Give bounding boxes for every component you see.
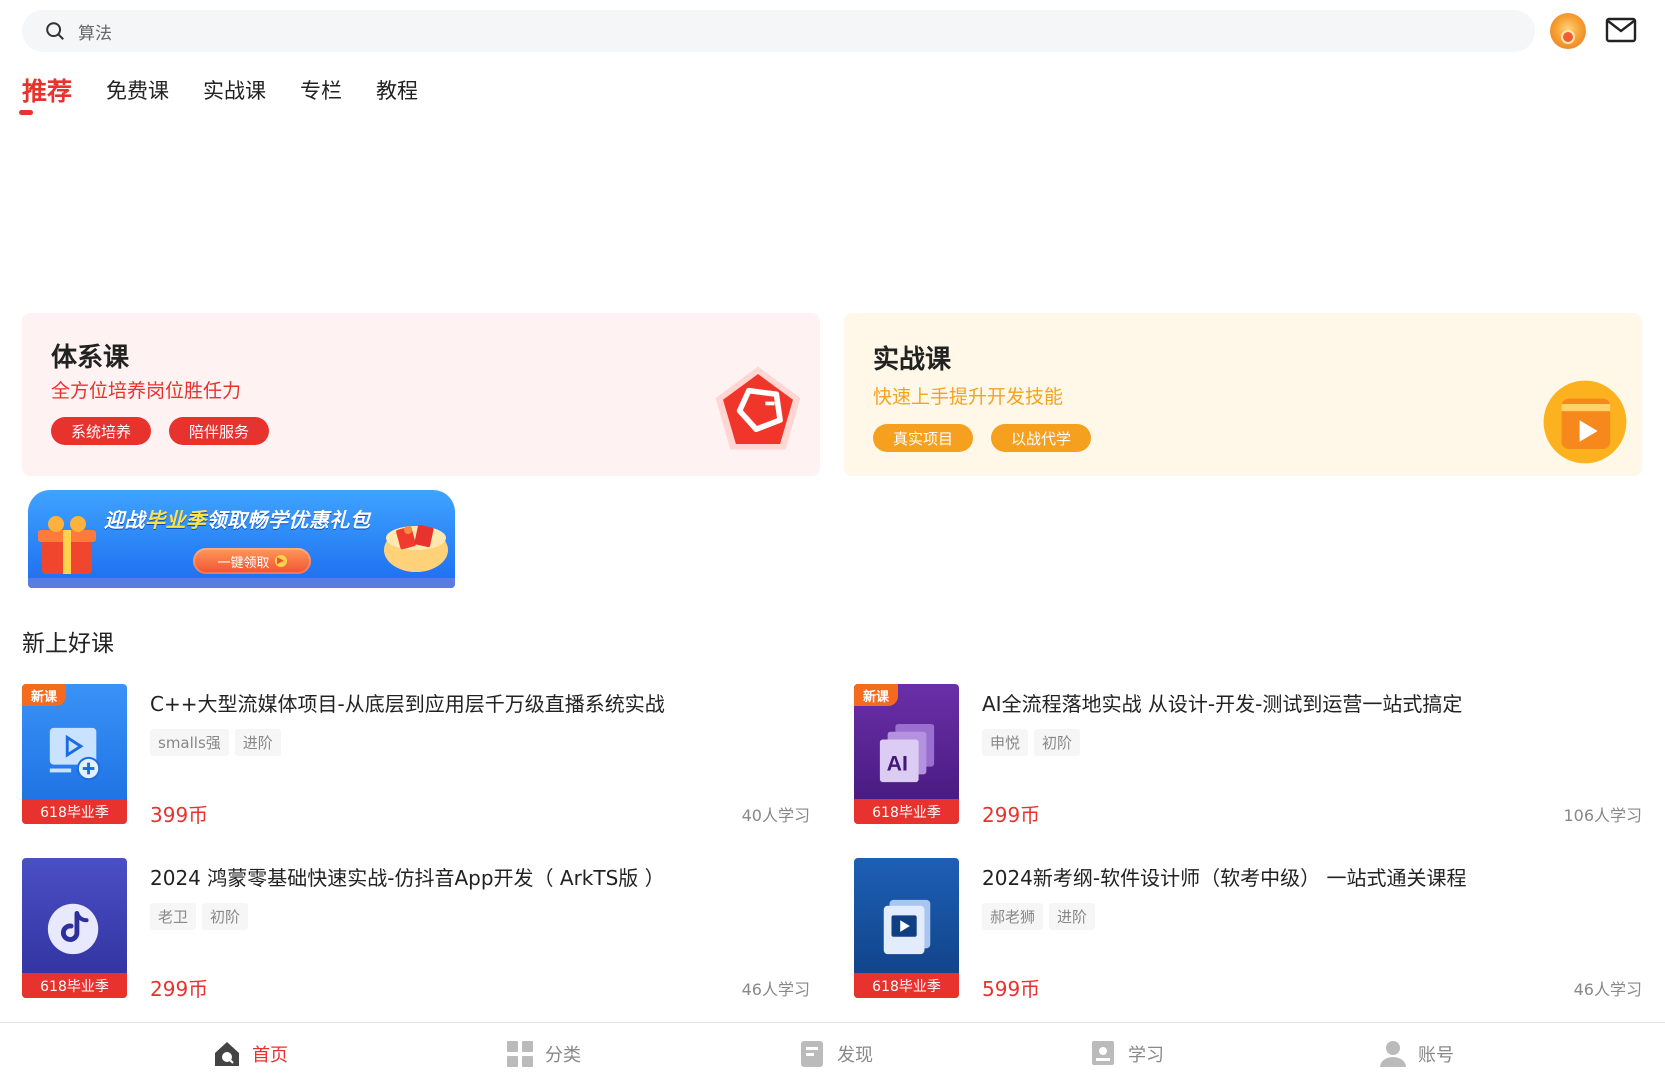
- category-subtitle: 快速上手提升开发技能: [873, 386, 1064, 408]
- course-card[interactable]: 618毕业季 2024新考纲-软件设计师（软考中级） 一站式通关课程 郝老狮 进…: [854, 858, 1642, 1001]
- video-book-icon: [883, 899, 931, 955]
- course-learners: 40人学习: [741, 806, 810, 825]
- nav-label: 首页: [252, 1045, 288, 1066]
- active-tab-indicator: [19, 110, 33, 115]
- course-price: 299币: [150, 977, 209, 1001]
- category-title: 体系课: [51, 343, 130, 373]
- search-placeholder: 算法: [78, 23, 112, 44]
- course-card[interactable]: 新课 618毕业季 C++大型流媒体项目-从底层到应用层千万级直播系统实战 sm…: [22, 684, 810, 827]
- category-tag: 系统培养: [51, 417, 152, 445]
- course-price: 399币: [150, 803, 209, 827]
- claim-button[interactable]: 一键领取 ▶: [193, 548, 311, 574]
- course-author: smalls强: [150, 729, 229, 756]
- course-author: 申悦: [982, 729, 1029, 756]
- course-learners: 46人学习: [1573, 980, 1642, 999]
- ai-icon: AI: [879, 723, 935, 783]
- tiktok-icon: [47, 903, 99, 955]
- course-level: 初阶: [1034, 729, 1081, 756]
- course-cover: AI 新课 618毕业季: [854, 684, 959, 824]
- tab-bar: 推荐 免费课 实战课 专栏 教程: [22, 70, 452, 110]
- course-author: 郝老狮: [982, 903, 1044, 930]
- course-title: 2024新考纲-软件设计师（软考中级） 一站式通关课程: [982, 866, 1467, 890]
- course-title: 2024 鸿蒙零基础快速实战-仿抖音App开发（ ArkTS版 ）: [150, 866, 665, 890]
- learn-icon: [1092, 1041, 1114, 1065]
- mail-icon[interactable]: [1605, 16, 1637, 44]
- section-title: 新上好课: [22, 631, 114, 657]
- search-bar[interactable]: 算法: [22, 10, 1535, 52]
- category-tag: 陪伴服务: [169, 417, 270, 445]
- grid-icon: [507, 1041, 533, 1067]
- promo-band: 618毕业季: [854, 973, 959, 998]
- course-learners: 106人学习: [1563, 806, 1642, 825]
- course-level: 初阶: [202, 903, 249, 930]
- category-tag: 以战代学: [991, 424, 1092, 452]
- category-card-practical[interactable]: 实战课 快速上手提升开发技能 真实项目 以战代学: [844, 313, 1642, 476]
- promo-band: 618毕业季: [22, 973, 127, 998]
- course-cover: 新课 618毕业季: [22, 684, 127, 824]
- user-icon: [1380, 1041, 1406, 1067]
- course-price: 599币: [982, 977, 1041, 1001]
- promo-band: 618毕业季: [854, 799, 959, 824]
- search-icon: [46, 22, 64, 40]
- nav-label: 发现: [837, 1045, 873, 1066]
- tab-free-courses[interactable]: 免费课: [106, 70, 169, 110]
- tab-tutorials[interactable]: 教程: [376, 70, 418, 110]
- promo-band: 618毕业季: [22, 799, 127, 824]
- video-icon: [49, 727, 101, 781]
- nav-account[interactable]: 账号: [1378, 1039, 1454, 1069]
- new-badge: 新课: [22, 684, 66, 706]
- new-badge: 新课: [854, 684, 898, 706]
- course-learners: 46人学习: [741, 980, 810, 999]
- bottom-nav: 首页 分类 发现 学习 账号: [0, 1022, 1665, 1080]
- gift-box-icon: [38, 516, 96, 574]
- red-envelope-bowl-icon: [384, 524, 448, 572]
- course-price: 299币: [982, 803, 1041, 827]
- nav-label: 账号: [1418, 1045, 1454, 1066]
- course-cover: 618毕业季: [854, 858, 959, 998]
- play-book-icon: [1543, 380, 1627, 464]
- course-author: 老卫: [150, 903, 197, 930]
- promo-headline: 迎战毕业季领取畅学优惠礼包: [104, 508, 371, 532]
- tab-columns[interactable]: 专栏: [300, 70, 342, 110]
- nav-label: 学习: [1128, 1045, 1164, 1066]
- course-card[interactable]: AI 新课 618毕业季 AI全流程落地实战 从设计-开发-测试到运营一站式搞定…: [854, 684, 1642, 827]
- nav-category[interactable]: 分类: [505, 1039, 581, 1069]
- category-subtitle: 全方位培养岗位胜任力: [51, 380, 242, 402]
- nav-learn[interactable]: 学习: [1088, 1039, 1164, 1069]
- svg-text:AI: AI: [887, 751, 908, 775]
- course-cover: 618毕业季: [22, 858, 127, 998]
- nav-discover[interactable]: 发现: [797, 1039, 873, 1069]
- course-level: 进阶: [1049, 903, 1096, 930]
- discover-icon: [801, 1041, 823, 1067]
- avatar[interactable]: [1550, 13, 1586, 49]
- nav-home[interactable]: 首页: [212, 1039, 288, 1069]
- course-card[interactable]: 618毕业季 2024 鸿蒙零基础快速实战-仿抖音App开发（ ArkTS版 ）…: [22, 858, 810, 1001]
- promo-banner[interactable]: 迎战毕业季领取畅学优惠礼包 一键领取 ▶: [28, 490, 455, 588]
- course-level: 进阶: [234, 729, 281, 756]
- category-card-system[interactable]: 体系课 全方位培养岗位胜任力 系统培养 陪伴服务: [22, 313, 820, 476]
- home-icon: [215, 1042, 239, 1066]
- course-title: C++大型流媒体项目-从底层到应用层千万级直播系统实战: [150, 692, 665, 716]
- pentagon-badge-icon: [715, 366, 801, 450]
- course-title: AI全流程落地实战 从设计-开发-测试到运营一站式搞定: [982, 692, 1463, 716]
- category-title: 实战课: [873, 345, 952, 375]
- category-tag: 真实项目: [873, 424, 974, 452]
- nav-label: 分类: [545, 1045, 581, 1066]
- tab-recommend[interactable]: 推荐: [22, 70, 72, 110]
- tab-practical-courses[interactable]: 实战课: [203, 70, 266, 110]
